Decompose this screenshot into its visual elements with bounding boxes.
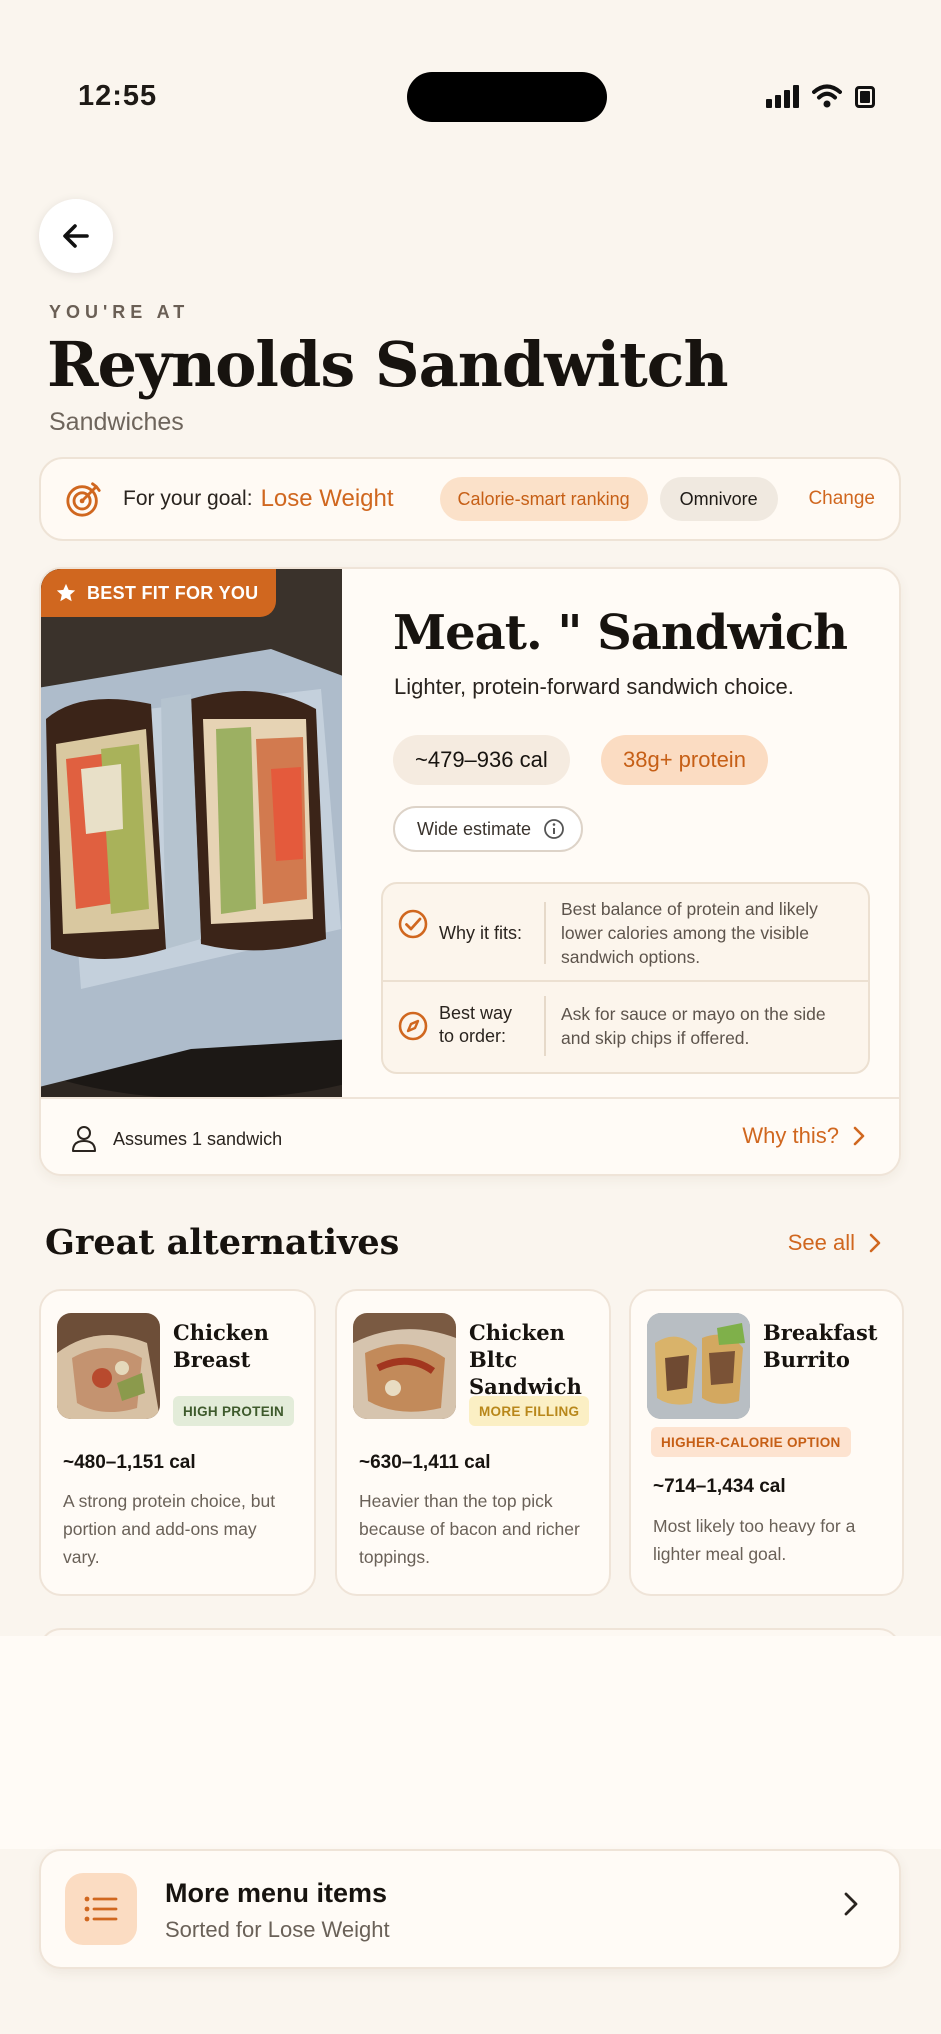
why-it-fits-text: Best balance of protein and likely lower… <box>561 899 818 967</box>
see-all-label: See all <box>787 1230 855 1255</box>
why-this-label: Why this? <box>742 1123 839 1148</box>
alternative-description: Heavier than the top pick because of bac… <box>359 1491 580 1567</box>
chevron-right-icon <box>869 1233 881 1253</box>
restaurant-category: Sandwiches <box>49 408 184 436</box>
alternative-description: A strong protein choice, but portion and… <box>63 1491 276 1567</box>
serving-assumption-text: Assumes 1 sandwich <box>113 1128 283 1149</box>
alternative-description: Most likely too heavy for a lighter meal… <box>653 1516 856 1564</box>
best-fit-description: Lighter, protein-forward sandwich choice… <box>394 674 794 699</box>
alternative-calories: ~714–1,434 cal <box>653 1476 786 1497</box>
back-button[interactable] <box>39 199 113 273</box>
arrow-left-icon <box>63 224 89 248</box>
alternative-calories: ~630–1,411 cal <box>359 1452 491 1473</box>
star-icon <box>56 583 76 602</box>
alternative-thumbnail <box>647 1313 750 1419</box>
check-circle-icon <box>398 909 428 939</box>
alternative-card[interactable]: Chicken Bltc Sandwich MORE FILLING ~630–… <box>335 1289 611 1596</box>
wide-estimate-label: Wide estimate <box>417 818 532 839</box>
why-this-link[interactable]: Why this? <box>742 1123 865 1149</box>
goal-prefix: For your goal: <box>123 487 253 510</box>
location-eyebrow: YOU'RE AT <box>49 302 190 322</box>
best-fit-badge-label: BEST FIT FOR YOU <box>87 582 259 603</box>
status-time: 12:55 <box>78 80 158 112</box>
restaurant-name: Reynolds Sandwitch <box>47 328 729 401</box>
chevron-right-icon <box>853 1126 865 1146</box>
battery-icon <box>855 86 875 108</box>
protein-chip: 38g+ protein <box>601 735 768 785</box>
alternative-name-line2: Bltc Sandwich <box>469 1347 582 1399</box>
chevron-right-icon <box>844 1892 858 1916</box>
best-fit-footer: Assumes 1 sandwich Why this? <box>41 1097 899 1174</box>
more-menu-title: More menu items <box>165 1878 388 1908</box>
high-protein-tag: HIGH PROTEIN <box>173 1396 295 1426</box>
alternative-card[interactable]: Breakfast Burrito HIGHER-CALORIE OPTION … <box>629 1289 904 1596</box>
alternative-card[interactable]: Chicken Breast HIGH PROTEIN ~480–1,151 c… <box>39 1289 316 1596</box>
status-bar: 12:55 <box>0 0 941 150</box>
alternative-name-line2: Breast <box>173 1347 251 1372</box>
change-goal-link[interactable]: Change <box>808 488 875 510</box>
person-icon <box>72 1126 96 1152</box>
best-way-text: Ask for sauce or mayo on the side and sk… <box>561 1004 826 1048</box>
alternative-name: Chicken Breast <box>173 1319 269 1373</box>
more-menu-items-card[interactable]: More menu items Sorted for Lose Weight <box>39 1849 901 1969</box>
alternative-name-line1: Chicken <box>173 1320 269 1345</box>
best-way-row: Best way to order: Ask for sauce or mayo… <box>383 982 868 1074</box>
target-icon <box>66 482 101 517</box>
why-box: Why it fits: Best balance of protein and… <box>381 882 870 1074</box>
goal-bar: For your goal: Lose Weight Calorie-smart… <box>39 457 901 541</box>
goal-value[interactable]: Lose Weight <box>261 485 394 513</box>
why-divider <box>544 902 546 964</box>
alternative-name-line1: Chicken <box>469 1320 565 1345</box>
alternative-calories: ~480–1,151 cal <box>63 1452 196 1473</box>
compass-icon <box>398 1011 428 1041</box>
ranking-chip[interactable]: Calorie-smart ranking <box>439 477 648 521</box>
alternative-thumbnail <box>353 1313 456 1419</box>
dynamic-island <box>407 72 607 122</box>
more-menu-subtitle: Sorted for Lose Weight <box>165 1917 390 1942</box>
diet-chip[interactable]: Omnivore <box>659 477 778 521</box>
best-fit-photo: BEST FIT FOR YOU <box>41 569 342 1097</box>
best-way-label-line2: to order: <box>439 1026 507 1046</box>
info-icon <box>544 819 564 839</box>
best-fit-title: Meat. " Sandwich <box>393 605 848 661</box>
best-fit-badge: BEST FIT FOR YOU <box>41 569 277 617</box>
alternatives-heading: Great alternatives <box>45 1222 400 1263</box>
calorie-chip: ~479–936 cal <box>393 735 570 785</box>
list-icon <box>65 1873 137 1945</box>
wifi-icon <box>812 84 842 108</box>
wide-estimate-chip[interactable]: Wide estimate <box>393 806 584 852</box>
see-all-link[interactable]: See all <box>788 1230 881 1256</box>
best-way-label-line1: Best way <box>439 1003 513 1023</box>
scroll-fade <box>0 1636 941 1849</box>
why-it-fits-label: Why it fits: <box>439 923 523 943</box>
alternative-name-line2: Burrito <box>763 1347 850 1372</box>
why-it-fits-row: Why it fits: Best balance of protein and… <box>383 884 868 982</box>
cellular-signal-icon <box>766 84 799 108</box>
best-fit-card[interactable]: BEST FIT FOR YOU Meat. " Sandwich Lighte… <box>39 567 901 1176</box>
status-icons <box>766 84 875 108</box>
alternative-thumbnail <box>57 1313 160 1419</box>
best-way-label: Best way to order: <box>439 1002 512 1048</box>
alternative-name: Chicken Bltc Sandwich <box>469 1319 609 1400</box>
alternative-name-line1: Breakfast <box>763 1320 878 1345</box>
higher-calorie-tag: HIGHER-CALORIE OPTION <box>651 1427 851 1457</box>
more-filling-tag: MORE FILLING <box>469 1396 590 1426</box>
alternative-name: Breakfast Burrito <box>763 1319 878 1373</box>
serving-assumption: Assumes 1 sandwich <box>71 1125 282 1153</box>
why-divider <box>544 996 546 1056</box>
